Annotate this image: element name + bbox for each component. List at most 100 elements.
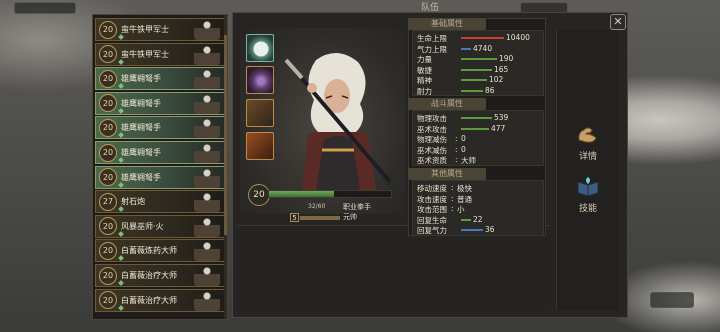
roster-scroll-thumb[interactable]	[224, 35, 227, 235]
roster-item-name: 白蓄薇治疗大师	[121, 271, 177, 280]
stat-value: 0	[461, 134, 466, 143]
roster-item[interactable]: 20 雄鹰翱弩手	[95, 67, 225, 91]
rank-star-icon	[118, 58, 124, 65]
roster-item[interactable]: 20 雄鹰翱弩手	[95, 91, 225, 115]
combat-section-title: 战斗属性	[408, 98, 486, 110]
weapon-skill-icon[interactable]	[246, 99, 274, 127]
stat-value: 102	[489, 75, 504, 84]
rank-star-icon	[118, 230, 124, 237]
stat-label: 气力上限	[417, 44, 447, 54]
roster-item-name: 白蓄薇治疗大师	[121, 295, 177, 305]
roster-item[interactable]: 20 雄鹰翱弩手	[95, 141, 225, 164]
rank-label: 元帅	[343, 213, 357, 221]
stat-row: 巫术减伤:0	[417, 145, 545, 155]
stat-value: 10400	[506, 33, 530, 42]
hero-level-badge: 20	[248, 184, 270, 206]
map-button-top-left[interactable]	[14, 2, 76, 14]
skills-label: 技能	[578, 204, 597, 214]
roster-item-name: 雄鹰翱弩手	[121, 74, 161, 84]
roster-item[interactable]: 20 白蓄薇治疗大师	[95, 264, 225, 287]
stat-value: 0	[461, 144, 466, 154]
roster-item-level: 27	[99, 192, 117, 211]
map-button-bottom-right[interactable]	[650, 292, 694, 308]
stat-value: 86	[485, 85, 495, 95]
details-button[interactable]: 详情	[568, 124, 608, 162]
stat-label: 攻击速度	[417, 194, 447, 204]
roster-item[interactable]: 27 射石炮	[95, 190, 225, 214]
stat-row: 物理攻击 539	[417, 113, 545, 123]
roster-list[interactable]: 20 蛮牛铁甲军士 20 蛮牛铁甲军士 20 雄鹰翱弩手 20 雄鹰翱弩手 20 雄鹰翱弩手 20 雄…	[92, 14, 228, 320]
roster-item[interactable]: 20 雄鹰翱弩手	[95, 165, 225, 189]
roster-item-name: 射石炮	[121, 197, 145, 207]
stat-bar	[461, 68, 492, 71]
rank-star-icon	[118, 181, 124, 188]
rank-star-icon	[118, 280, 124, 286]
stat-colon: :	[455, 134, 458, 143]
rank-star-icon	[118, 304, 124, 311]
close-button[interactable]: ✕	[610, 14, 626, 30]
stat-label: 巫术减伤	[417, 145, 447, 155]
hero-hand	[307, 83, 317, 93]
lower-pane	[238, 225, 550, 311]
roster-item[interactable]: 20 蛮牛铁甲军士	[95, 18, 225, 41]
unit-portrait	[194, 266, 220, 286]
roster-item-level: 20	[99, 291, 117, 310]
stat-label: 攻击范围	[417, 205, 447, 214]
stat-value: 极快	[457, 184, 472, 193]
exp-text: 32/60	[308, 203, 326, 210]
rank-star-icon	[118, 107, 124, 114]
roster-item-level: 20	[99, 118, 117, 137]
stat-row: 敏捷 165	[417, 65, 545, 75]
stat-row: 生命上限 10400	[417, 33, 545, 43]
window-title: 队伍	[420, 3, 439, 13]
stat-value: 190	[499, 54, 514, 63]
stat-row: 回复生命 22	[417, 215, 545, 225]
roster-item[interactable]: 20 雄鹰翱弩手	[95, 116, 225, 140]
roster-item-level: 20	[99, 69, 117, 88]
stat-label: 巫术攻击	[417, 124, 447, 134]
stat-bar	[461, 117, 492, 119]
stat-label: 耐力	[417, 86, 432, 96]
stat-bar	[461, 127, 489, 130]
hero-portrait	[284, 52, 392, 190]
stat-value: 165	[494, 64, 509, 74]
stat-bar	[461, 218, 471, 221]
stat-value: 小	[457, 205, 465, 214]
stat-colon: :	[455, 144, 458, 154]
stat-value: 4740	[473, 43, 493, 53]
stat-bar	[461, 79, 487, 81]
curse-skill-icon[interactable]	[246, 66, 274, 94]
roster-item[interactable]: 20 蛮牛铁甲军士	[95, 42, 225, 66]
stat-colon: :	[451, 193, 454, 203]
roster-item[interactable]: 20 白蓄薇治疗大师	[95, 288, 225, 312]
skills-button[interactable]: 技能	[568, 176, 608, 214]
stat-row: 精神 102	[417, 75, 545, 85]
fire-skill-icon[interactable]	[246, 132, 274, 160]
rank-number: 5	[290, 213, 299, 222]
stat-bar	[461, 47, 471, 50]
unit-portrait	[194, 93, 220, 114]
roster-item[interactable]: 20 白蓄薇炼药大师	[95, 239, 225, 263]
orb-skill-icon[interactable]	[246, 34, 274, 62]
unit-portrait	[194, 118, 220, 139]
unit-portrait	[194, 20, 220, 40]
unit-portrait	[194, 290, 220, 311]
stat-value: 大师	[461, 156, 476, 165]
roster-item[interactable]: 20 风暴巫师·火	[95, 214, 225, 238]
roster-item-level: 20	[99, 168, 117, 187]
rank-bar	[300, 216, 340, 220]
stat-label: 精神	[417, 76, 432, 85]
roster-item-name: 雄鹰翱弩手	[121, 148, 161, 157]
stat-label: 敏捷	[417, 65, 432, 75]
unit-portrait	[194, 216, 220, 237]
rank-star-icon	[118, 206, 124, 213]
roster-item-level: 20	[99, 143, 117, 162]
stat-label: 巫术资质	[417, 156, 447, 165]
stat-row: 气力上限 4740	[417, 44, 545, 54]
stat-label: 回复生命	[417, 215, 447, 225]
stat-bar	[461, 58, 497, 60]
hero-sword-blade	[284, 58, 304, 80]
roster-item-level: 20	[99, 266, 117, 285]
spell-book-icon	[577, 177, 599, 197]
unit-portrait	[194, 241, 220, 262]
